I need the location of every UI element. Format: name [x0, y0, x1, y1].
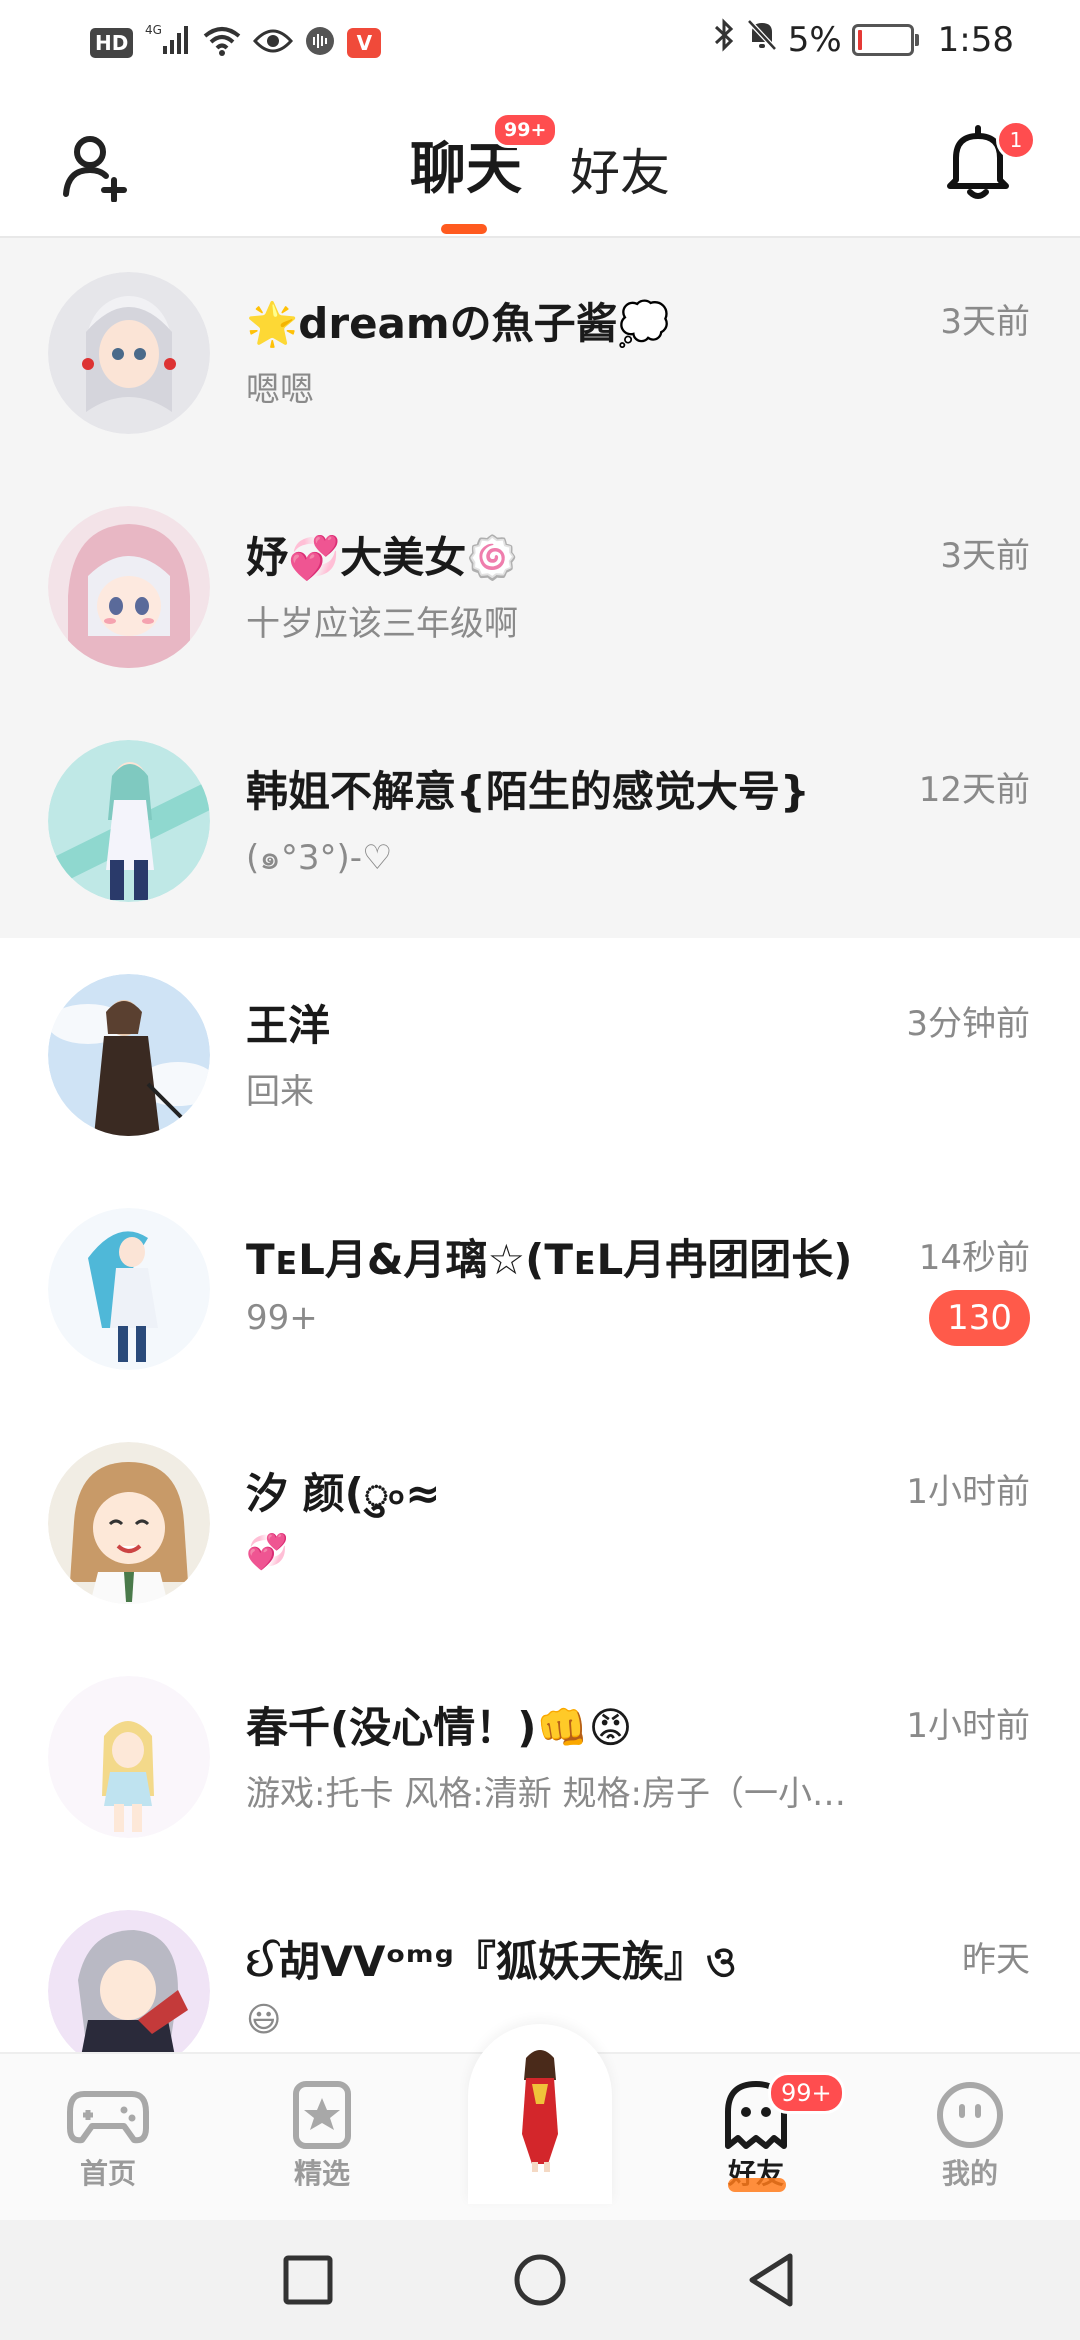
character-avatar-icon — [522, 2050, 558, 2172]
avatar — [48, 1442, 210, 1604]
message-preview: 回来 — [246, 1072, 314, 1112]
v-app-icon: V — [347, 28, 382, 58]
square-icon[interactable] — [276, 2248, 340, 2312]
message-time: 1小时前 — [906, 1472, 1030, 1512]
bluetooth-icon — [712, 18, 736, 61]
status-right: 5% 1:58 — [712, 18, 1014, 61]
add-friend-button[interactable] — [60, 130, 132, 203]
tab-chat[interactable]: 聊天 99+ — [410, 112, 559, 205]
contact-name: 🌟dreamの魚子酱💭 — [246, 299, 670, 348]
avatar — [48, 1676, 210, 1838]
hd-icon: HD — [90, 28, 134, 58]
avatar — [48, 974, 210, 1136]
message-time: 3天前 — [940, 302, 1030, 342]
message-time: 3分钟前 — [906, 1004, 1030, 1044]
nav-me[interactable]: 我的 — [890, 2080, 1050, 2192]
tab-friends-label: 好友 — [570, 144, 670, 202]
voice-icon — [305, 26, 335, 60]
contact-name: 妤💞大美女🍥 — [246, 533, 519, 582]
message-preview: 💞 — [246, 1532, 289, 1572]
chat-item[interactable]: 韩姐不解意{陌生的感觉大号} (๑°3°)-♡ 12天前 — [0, 706, 1080, 940]
active-tab-indicator — [441, 224, 487, 234]
svg-text:4G: 4G — [145, 23, 162, 37]
bottom-nav: 首页 精选 99+ 好友 我的 — [0, 2024, 1080, 2222]
chat-item[interactable]: TᴇL月&月璃☆(TᴇL月冉团团长) 99+ 14秒前 130 — [0, 1174, 1080, 1408]
chat-item[interactable]: 🌟dreamの魚子酱💭 嗯嗯 3天前 — [0, 238, 1080, 472]
nav-center-character[interactable] — [468, 2024, 612, 2204]
message-preview: 游戏:托卡 风格:清新 规格:房子（一小… — [246, 1774, 846, 1814]
contact-name: 韩姐不解意{陌生的感觉大号} — [246, 767, 810, 816]
avatar — [48, 1910, 210, 2053]
chat-item[interactable]: 王洋 回来 3分钟前 — [0, 940, 1080, 1174]
signal-icon: 4G — [145, 22, 191, 64]
message-time: 1小时前 — [906, 1706, 1030, 1746]
eye-icon — [253, 27, 294, 59]
message-preview: 😃 — [246, 2000, 282, 2040]
contact-name: 春千(没心情！)👊😡 — [246, 1703, 633, 1752]
active-nav-indicator — [728, 2178, 786, 2192]
nav-home-label: 首页 — [79, 2157, 136, 2190]
header: 聊天 99+ 好友 1 — [0, 84, 1080, 238]
tab-bar: 聊天 99+ 好友 — [410, 112, 670, 205]
nav-featured-label: 精选 — [293, 2157, 350, 2190]
gamepad-icon — [67, 2091, 149, 2144]
avatar — [48, 740, 210, 902]
contact-name: ઈ胡VVᵒᵐᵍ『狐妖天族』ও — [246, 1937, 737, 1986]
avatar — [48, 506, 210, 668]
unread-count-badge: 130 — [929, 1290, 1030, 1346]
chat-item[interactable]: 汐 颜(ु৹≈ 💞 1小时前 — [0, 1408, 1080, 1642]
wifi-icon — [203, 26, 241, 60]
nav-friends[interactable]: 99+ 好友 — [676, 2072, 845, 2192]
tab-chat-badge: 99+ — [492, 112, 559, 148]
nav-home[interactable]: 首页 — [28, 2080, 188, 2192]
nav-me-label: 我的 — [941, 2157, 998, 2190]
tab-friends[interactable]: 好友 — [570, 133, 670, 205]
notification-badge: 1 — [996, 120, 1036, 160]
contact-name: 汐 颜(ु৹≈ — [246, 1469, 441, 1518]
avatar — [48, 1208, 210, 1370]
message-time: 3天前 — [940, 536, 1030, 576]
message-preview: (๑°3°)-♡ — [246, 838, 393, 878]
battery-icon — [851, 23, 919, 56]
chat-item[interactable]: 妤💞大美女🍥 十岁应该三年级啊 3天前 — [0, 472, 1080, 706]
mute-bell-icon — [746, 18, 778, 61]
message-time: 14秒前 — [918, 1238, 1030, 1278]
add-person-icon — [63, 136, 127, 203]
contact-name: TᴇL月&月璃☆(TᴇL月冉团团长) — [246, 1235, 853, 1284]
contact-name: 王洋 — [246, 1001, 331, 1050]
battery-percent: 5% — [787, 19, 842, 60]
avatar — [48, 272, 210, 434]
face-icon — [937, 2082, 1003, 2148]
back-triangle-icon[interactable] — [740, 2248, 804, 2312]
system-nav-bar — [0, 2220, 1080, 2340]
status-left: HD 4G V — [90, 22, 382, 64]
nav-friends-badge: 99+ — [768, 2072, 845, 2114]
message-time: 12天前 — [918, 770, 1030, 810]
message-preview: 99+ — [246, 1298, 318, 1338]
message-preview: 十岁应该三年级啊 — [246, 604, 518, 644]
clock: 1:58 — [937, 19, 1014, 60]
circle-icon[interactable] — [508, 2248, 572, 2312]
status-bar: HD 4G V 5% 1:58 — [0, 0, 1080, 84]
nav-featured[interactable]: 精选 — [242, 2080, 402, 2192]
message-time: 昨天 — [962, 1940, 1030, 1980]
chat-item[interactable]: 春千(没心情！)👊😡 游戏:托卡 风格:清新 规格:房子（一小… 1小时前 — [0, 1642, 1080, 1876]
message-preview: 嗯嗯 — [246, 370, 314, 410]
star-bookmark-icon — [293, 2081, 351, 2149]
chat-list: 🌟dreamの魚子酱💭 嗯嗯 3天前 妤💞大美女🍥 十岁应该三年级啊 3天前 韩… — [0, 238, 1080, 2053]
